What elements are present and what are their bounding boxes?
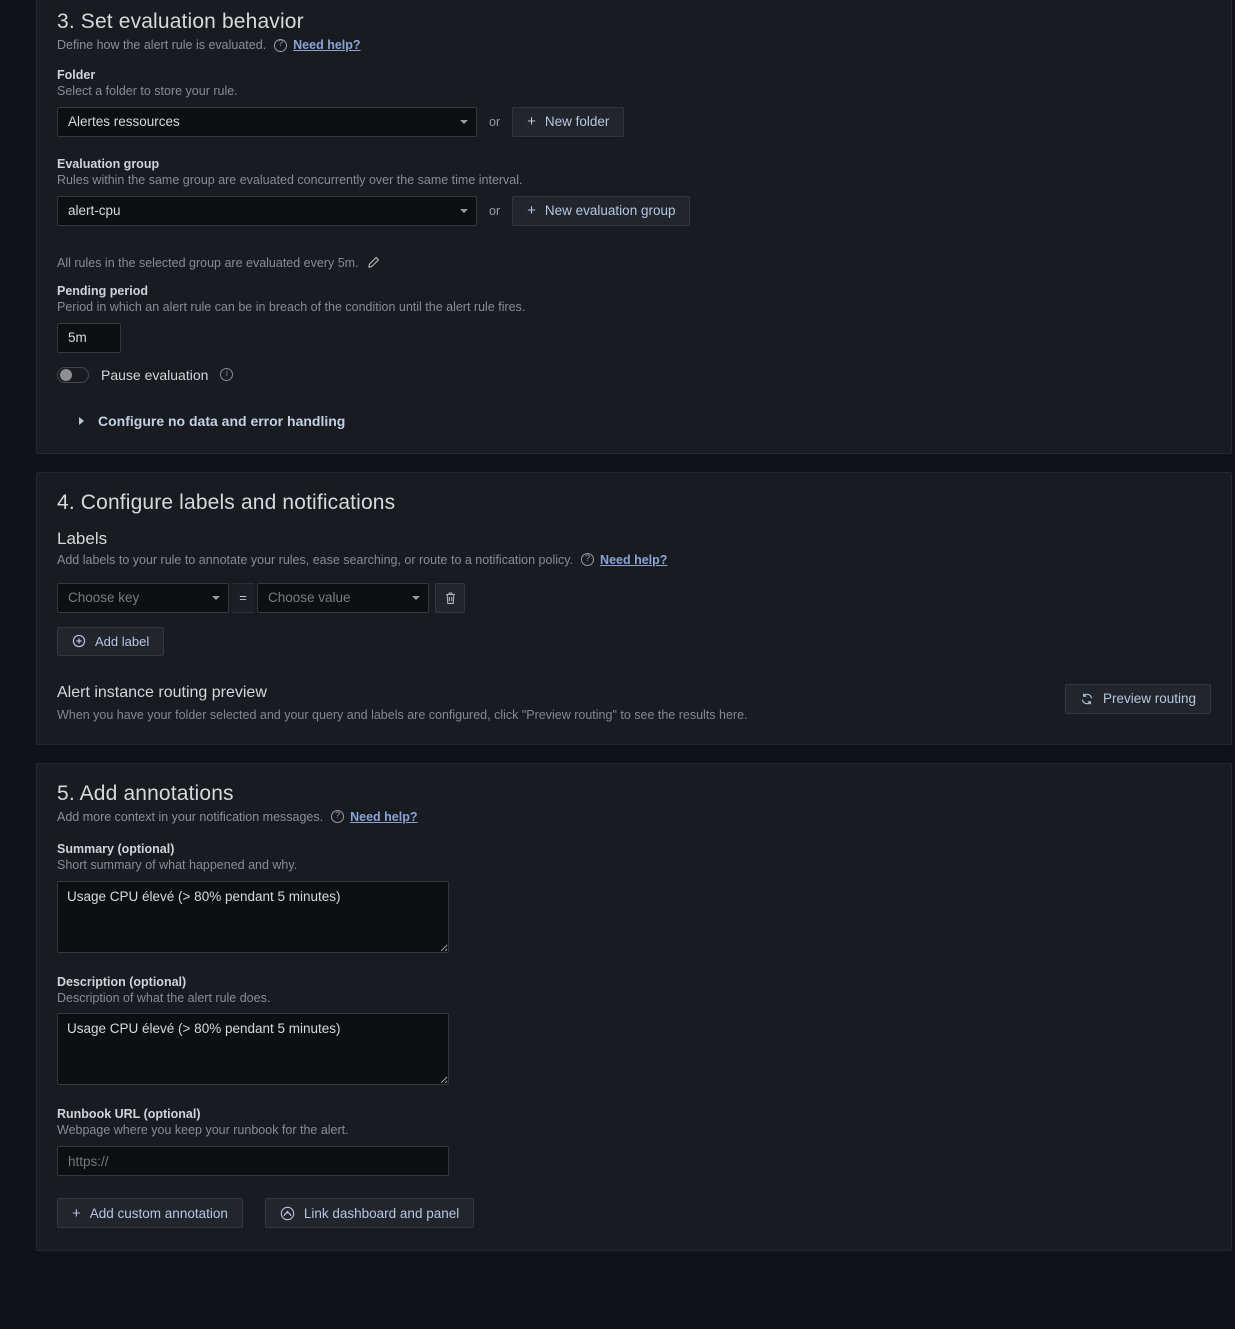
need-help-link-step3[interactable]: Need help? — [293, 38, 360, 52]
label-key-placeholder: Choose key — [68, 590, 140, 606]
delete-label-button[interactable] — [435, 582, 465, 613]
evaluation-group-row: alert-cpu or + New evaluation group — [57, 195, 1211, 226]
routing-preview-desc: When you have your folder selected and y… — [57, 707, 748, 722]
plus-circle-icon — [72, 634, 86, 648]
step-5-panel: 5. Add annotations Add more context in y… — [36, 762, 1232, 1252]
folder-field: Folder Select a folder to store your rul… — [57, 68, 1211, 137]
label-equals-sign: = — [232, 582, 254, 613]
help-circle-icon — [581, 552, 595, 567]
summary-desc: Short summary of what happened and why. — [57, 857, 298, 872]
folder-row: Alertes ressources or + New folder — [57, 106, 1211, 137]
new-folder-button-label: New folder — [544, 114, 610, 130]
step-3-subtitle: Define how the alert rule is evaluated. … — [57, 37, 1211, 52]
label-value-select[interactable]: Choose value — [257, 582, 429, 613]
plus-icon: + — [72, 1204, 81, 1222]
configure-no-data-label: Configure no data and error handling — [98, 412, 346, 429]
help-circle-icon — [331, 809, 345, 824]
pending-period-desc: Period in which an alert rule can be in … — [57, 299, 526, 314]
pending-period-field: Pending period Period in which an alert … — [57, 284, 1211, 353]
toggle-knob — [59, 368, 72, 381]
add-custom-annotation-label: Add custom annotation — [89, 1205, 228, 1221]
summary-field: Summary (optional) Short summary of what… — [57, 842, 1211, 953]
evaluation-group-field: Evaluation group Rules within the same g… — [57, 157, 1211, 226]
evaluation-group-select-value: alert-cpu — [68, 203, 121, 219]
step-5-title: 5. Add annotations — [57, 781, 234, 805]
chevron-down-icon — [460, 208, 468, 213]
help-circle-icon — [274, 37, 288, 52]
runbook-url-input[interactable] — [57, 1146, 449, 1177]
chevron-down-icon — [412, 595, 420, 600]
pencil-edit-icon[interactable] — [367, 256, 380, 269]
folder-label: Folder — [57, 68, 96, 82]
step-4-panel: 4. Configure labels and notifications La… — [36, 471, 1232, 745]
pause-evaluation-toggle[interactable] — [57, 366, 89, 383]
summary-textarea[interactable] — [57, 880, 449, 953]
step-3-panel: 3. Set evaluation behavior Define how th… — [36, 0, 1232, 454]
pause-evaluation-row: Pause evaluation — [57, 366, 1211, 383]
labels-heading: Labels — [57, 528, 108, 548]
annotation-actions: + Add custom annotation Link dashboard a… — [57, 1198, 1211, 1229]
folder-select[interactable]: Alertes ressources — [57, 106, 477, 137]
runbook-url-label: Runbook URL (optional) — [57, 1107, 201, 1122]
link-dashboard-panel-label: Link dashboard and panel — [303, 1205, 460, 1221]
add-label-button[interactable]: Add label — [57, 626, 165, 656]
pending-period-label: Pending period — [57, 283, 148, 298]
plus-icon: + — [527, 202, 536, 220]
need-help-link-labels[interactable]: Need help? — [600, 553, 667, 567]
folder-or-text: or — [489, 114, 501, 129]
pause-evaluation-label: Pause evaluation — [101, 366, 209, 383]
add-custom-annotation-button[interactable]: + Add custom annotation — [57, 1198, 243, 1229]
label-pair-row: Choose key = Choose value — [57, 582, 1211, 613]
chevron-right-icon — [79, 416, 84, 425]
preview-routing-button-label: Preview routing — [1102, 691, 1196, 707]
new-evaluation-group-button[interactable]: + New evaluation group — [512, 195, 691, 226]
step-5-subtitle: Add more context in your notification me… — [57, 809, 1211, 824]
evaluation-interval-text: All rules in the selected group are eval… — [57, 255, 359, 270]
label-value-placeholder: Choose value — [268, 590, 351, 606]
add-label-button-label: Add label — [95, 633, 150, 649]
chevron-down-icon — [460, 119, 468, 124]
runbook-url-field: Runbook URL (optional) Webpage where you… — [57, 1107, 1211, 1177]
configure-no-data-collapse[interactable]: Configure no data and error handling — [79, 413, 1211, 429]
evaluation-group-label: Evaluation group — [57, 156, 160, 171]
routing-preview-text: Alert instance routing preview When you … — [57, 684, 748, 722]
evaluation-group-desc: Rules within the same group are evaluate… — [57, 172, 523, 187]
routing-preview-section: Alert instance routing preview When you … — [57, 683, 1211, 722]
sync-icon — [1081, 693, 1093, 704]
description-label: Description (optional) — [57, 974, 187, 989]
chevron-down-icon — [212, 595, 220, 600]
step-3-subtitle-text: Define how the alert rule is evaluated. — [57, 38, 267, 52]
evaluation-interval-note: All rules in the selected group are eval… — [57, 256, 1211, 270]
need-help-link-step5[interactable]: Need help? — [350, 810, 417, 824]
evaluation-group-or-text: or — [489, 203, 501, 218]
link-dashboard-panel-button[interactable]: Link dashboard and panel — [264, 1198, 475, 1229]
dashboard-link-icon — [280, 1206, 295, 1220]
description-desc: Description of what the alert rule does. — [57, 990, 271, 1005]
alert-rule-form: 3. Set evaluation behavior Define how th… — [0, 0, 1235, 1252]
summary-label: Summary (optional) — [57, 841, 175, 856]
step-5-subtitle-text: Add more context in your notification me… — [57, 809, 324, 824]
new-folder-button[interactable]: + New folder — [512, 106, 625, 137]
evaluation-group-select[interactable]: alert-cpu — [57, 195, 477, 226]
label-key-select[interactable]: Choose key — [57, 582, 229, 613]
step-4-title: 4. Configure labels and notifications — [57, 490, 396, 514]
labels-desc-row: Add labels to your rule to annotate your… — [57, 552, 1211, 567]
folder-select-value: Alertes ressources — [68, 114, 180, 130]
step-3-title: 3. Set evaluation behavior — [57, 10, 304, 33]
folder-desc: Select a folder to store your rule. — [57, 84, 238, 98]
description-textarea[interactable] — [57, 1013, 449, 1086]
labels-desc: Add labels to your rule to annotate your… — [57, 552, 574, 567]
preview-routing-button[interactable]: Preview routing — [1064, 683, 1211, 714]
plus-icon: + — [527, 113, 536, 131]
new-evaluation-group-button-label: New evaluation group — [544, 203, 676, 219]
routing-preview-heading: Alert instance routing preview — [57, 683, 267, 701]
info-icon — [220, 367, 234, 382]
runbook-url-desc: Webpage where you keep your runbook for … — [57, 1123, 349, 1138]
pending-period-input[interactable] — [57, 322, 121, 353]
description-field: Description (optional) Description of wh… — [57, 975, 1211, 1086]
